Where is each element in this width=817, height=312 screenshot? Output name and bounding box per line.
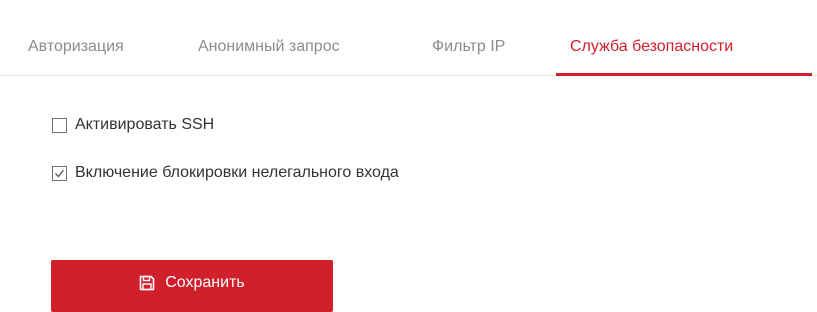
illegal-login-lock-checkbox[interactable] <box>52 165 67 181</box>
tab-bar: Авторизация Анонимный запрос Фильтр IP С… <box>0 0 817 76</box>
enable-ssh-label: Активировать SSH <box>75 116 215 133</box>
checkmark-icon <box>55 169 65 177</box>
save-button[interactable]: Сохранить <box>51 260 333 312</box>
tab-authorization[interactable]: Авторизация <box>28 38 124 56</box>
illegal-login-lock-option[interactable]: Включение блокировки нелегального входа <box>52 163 399 183</box>
save-icon <box>139 275 155 291</box>
save-button-label: Сохранить <box>165 274 245 291</box>
illegal-login-lock-label: Включение блокировки нелегального входа <box>75 164 399 181</box>
tab-anonymous-request[interactable]: Анонимный запрос <box>198 38 340 56</box>
enable-ssh-checkbox[interactable] <box>52 117 67 133</box>
active-tab-indicator <box>556 73 812 76</box>
ssh-option[interactable]: Активировать SSH <box>52 115 214 135</box>
tab-ip-filter[interactable]: Фильтр IP <box>432 38 505 56</box>
tab-security-service[interactable]: Служба безопасности <box>570 38 733 56</box>
